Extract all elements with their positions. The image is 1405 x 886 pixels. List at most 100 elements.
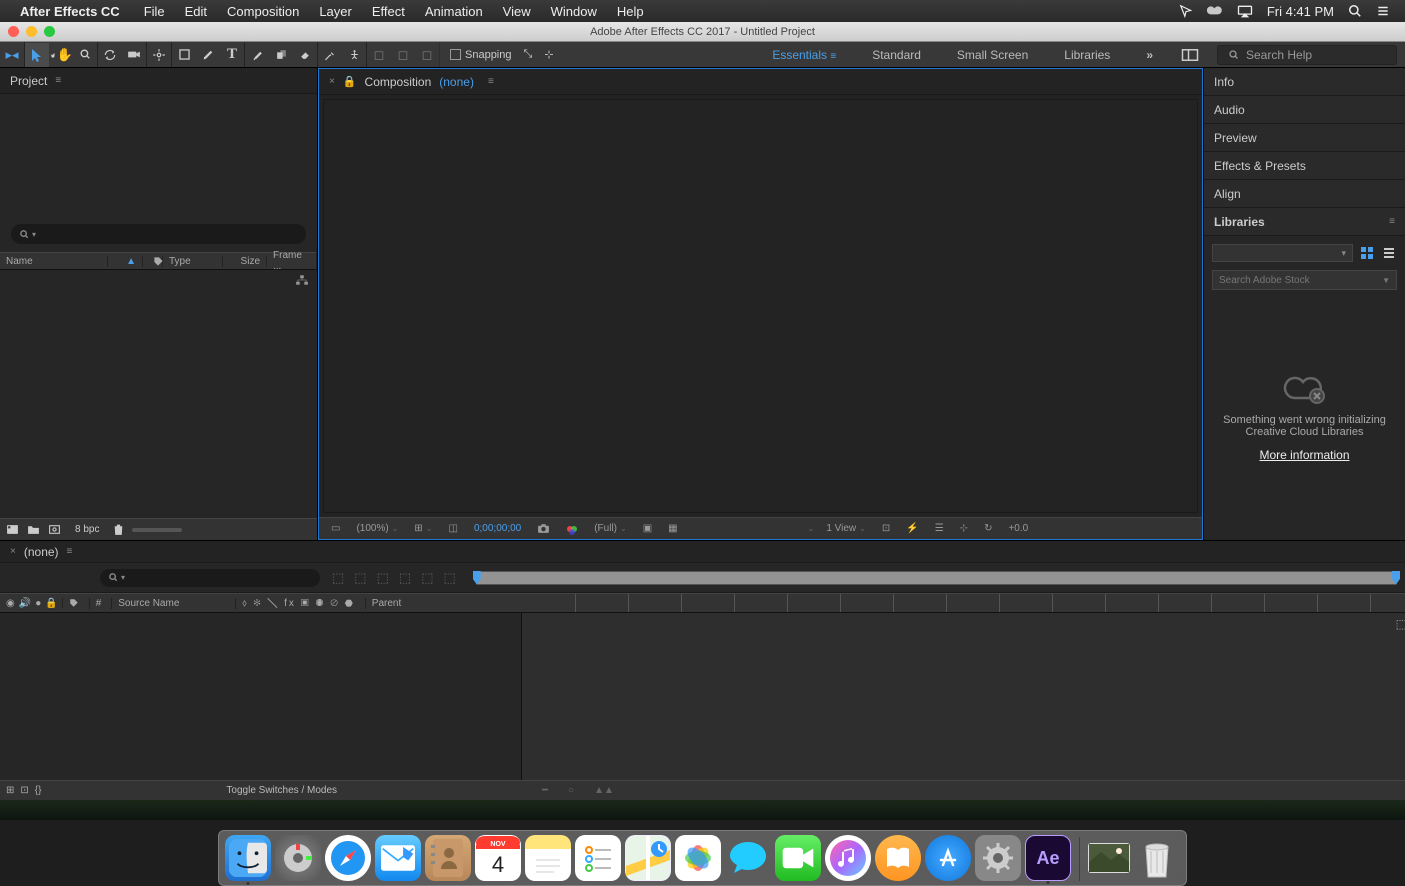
dock-safari[interactable] (325, 835, 371, 881)
eraser-tool[interactable] (293, 43, 317, 67)
roi-icon[interactable]: ▣ (639, 523, 656, 534)
dock-calendar[interactable]: NOV4 (475, 835, 521, 881)
tl-footer-icon-1[interactable]: ⊞ (6, 785, 14, 796)
comp-icon[interactable] (48, 524, 61, 535)
dock-notes[interactable] (525, 835, 571, 881)
timeline-layers-area[interactable] (0, 613, 522, 780)
airplay-icon[interactable] (1230, 5, 1260, 18)
pen-tool[interactable] (196, 43, 220, 67)
tl-footer-icon-2[interactable]: ⊡ (20, 785, 28, 796)
zoom-slider[interactable]: ○ (568, 785, 574, 796)
exposure-reset-icon[interactable]: ↻ (980, 523, 996, 534)
dock-trash[interactable] (1134, 835, 1180, 881)
dock-preferences[interactable] (975, 835, 1021, 881)
type-tool[interactable]: T (220, 43, 244, 67)
snap-icon-2[interactable]: ⊹ (536, 48, 553, 61)
timeline-tracks-area[interactable]: ⬚ (522, 613, 1405, 780)
pixel-aspect-icon[interactable]: ⊡ (878, 523, 894, 534)
workspace-libraries[interactable]: Libraries (1046, 48, 1128, 62)
timeline-tab[interactable]: (none) (24, 545, 59, 559)
orbit-tool[interactable] (98, 43, 122, 67)
solo-icon[interactable]: ● (35, 598, 41, 609)
project-panel-menu-icon[interactable]: ≡ (55, 75, 61, 86)
shy-icon[interactable]: ⬚ (354, 570, 366, 586)
clone-tool[interactable] (269, 43, 293, 67)
col-frame[interactable]: Frame ... (267, 250, 317, 272)
resolution-dropdown[interactable]: (Full) ⌄ (590, 523, 630, 534)
snapping-checkbox[interactable] (450, 49, 461, 60)
composition-name[interactable]: (none) (439, 75, 474, 89)
magnification-dropdown[interactable]: (100%) ⌄ (352, 523, 402, 534)
tl-footer-icon-3[interactable]: {} (35, 785, 42, 796)
interpret-icon[interactable] (6, 524, 19, 535)
panel-libraries[interactable]: Libraries≡ (1204, 208, 1405, 236)
timeline-search-input[interactable]: ▾ (100, 569, 320, 587)
workspace-small[interactable]: Small Screen (939, 48, 1046, 62)
dock-itunes[interactable] (825, 835, 871, 881)
exposure-value[interactable]: +0.0 (1004, 523, 1032, 534)
speaker-icon[interactable]: 🔊 (19, 598, 31, 609)
dock-facetime[interactable] (775, 835, 821, 881)
comp-mini-icon[interactable]: ⬚ (332, 570, 344, 586)
thumb-slider[interactable] (132, 528, 182, 532)
panel-effects-presets[interactable]: Effects & Presets (1204, 152, 1405, 180)
graph-editor-icon[interactable]: ⬚ (421, 570, 433, 586)
panel-info[interactable]: Info (1204, 68, 1405, 96)
menu-help[interactable]: Help (607, 4, 654, 19)
dock-contacts[interactable] (425, 835, 471, 881)
timeline-icon[interactable]: ☰ (931, 523, 948, 534)
close-window-button[interactable] (8, 26, 19, 37)
cc-icon[interactable] (1200, 5, 1230, 17)
transparency-icon[interactable]: ▦ (664, 523, 681, 534)
timeline-tab-close-icon[interactable]: × (10, 546, 16, 557)
col-size[interactable]: Size (223, 256, 267, 267)
comp-tab-close-icon[interactable]: × (329, 76, 335, 87)
workspace-more[interactable]: » (1128, 48, 1171, 62)
mask-icon[interactable]: ◫ (445, 523, 462, 534)
zoom-window-button[interactable] (44, 26, 55, 37)
zoom-tool[interactable] (73, 43, 97, 67)
timeline-handle-icon[interactable]: ⬚ (1396, 617, 1405, 631)
libraries-menu-icon[interactable]: ≡ (1389, 216, 1395, 227)
spotlight-icon[interactable] (1341, 4, 1369, 18)
bpc-button[interactable]: 8 bpc (69, 523, 105, 536)
menu-edit[interactable]: Edit (175, 4, 217, 19)
project-tab[interactable]: Project (10, 74, 47, 88)
camera-tool[interactable] (122, 43, 146, 67)
grid-view-icon[interactable] (1359, 245, 1375, 261)
dock-appstore[interactable] (925, 835, 971, 881)
minimize-window-button[interactable] (26, 26, 37, 37)
composition-viewer[interactable] (323, 99, 1198, 513)
home-icon[interactable]: ▸◂ (0, 43, 24, 67)
menu-window[interactable]: Window (541, 4, 607, 19)
label-col-icon[interactable] (62, 598, 85, 608)
dock-launchpad[interactable] (275, 835, 321, 881)
list-view-icon[interactable] (1381, 245, 1397, 261)
flowchart-icon[interactable] (295, 274, 309, 286)
panel-align[interactable]: Align (1204, 180, 1405, 208)
menu-effect[interactable]: Effect (362, 4, 415, 19)
lock-column-icon[interactable]: 🔒 (45, 598, 57, 609)
library-dropdown[interactable]: ▾ (1212, 244, 1353, 262)
snap-icon-1[interactable]: ⤡ (516, 48, 533, 61)
eye-icon[interactable]: ◉ (6, 598, 15, 609)
col-num[interactable]: # (89, 598, 108, 609)
zoom-in-icon[interactable]: ▲▲ (594, 785, 614, 796)
toggle-switches-button[interactable]: Toggle Switches / Modes (47, 785, 516, 796)
sort-indicator-icon[interactable]: ▲ (120, 256, 143, 267)
menu-animation[interactable]: Animation (415, 4, 493, 19)
snapping-toggle[interactable]: Snapping ⤡ ⊹ (440, 48, 564, 61)
switches-cols[interactable]: ⬨ ✻ ╲ fx ▣ ◉ ⊘ ⬣ (235, 598, 361, 609)
col-source[interactable]: Source Name (111, 598, 231, 609)
app-name[interactable]: After Effects CC (20, 4, 134, 19)
folder-icon[interactable] (27, 524, 40, 535)
comp-flowchart-icon[interactable]: ⊹ (956, 523, 972, 534)
resolution-icon[interactable]: ⊞ ⌄ (410, 523, 436, 534)
library-search-input[interactable]: Search Adobe Stock ▼ (1212, 270, 1397, 290)
brain-icon[interactable]: ⬚ (443, 570, 455, 586)
col-label-icon[interactable] (147, 256, 163, 267)
project-search-input[interactable]: ▾ (11, 224, 306, 244)
zoom-out-icon[interactable]: ━ (542, 785, 548, 796)
menu-composition[interactable]: Composition (217, 4, 309, 19)
dock-maps[interactable] (625, 835, 671, 881)
